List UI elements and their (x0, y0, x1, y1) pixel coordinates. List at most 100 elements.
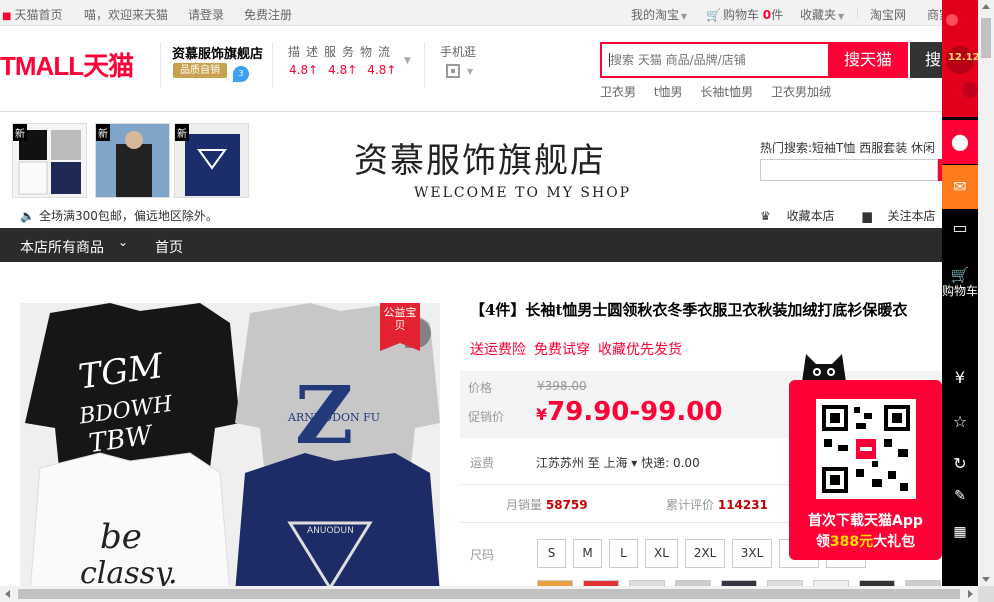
free-shipping-notice: 🔈 全场满300包邮，偏远地区除外。 (20, 209, 218, 223)
promo-tag[interactable]: 免费试穿 (534, 342, 590, 358)
chevron-down-icon: ▼ (681, 12, 688, 21)
location-icon[interactable]: ⬤ (942, 120, 978, 164)
follow-shop-button[interactable]: ▆ 关注本店 (862, 209, 947, 223)
menu-home[interactable]: 首页 (155, 237, 183, 257)
new-tag: 新 (96, 124, 110, 141)
featured-product-thumb[interactable]: 新 (174, 123, 249, 198)
cart-icon: 🛒 (950, 266, 970, 284)
right-toolbar: 12.12 ⬤ ✉ ▭ 🛒 购物车 ¥ ☆ ↻ ✎ ▦ (942, 0, 978, 602)
scroll-thumb[interactable] (981, 18, 991, 58)
dsr-values: 4.8↑ 4.8↑ 4.8↑ (289, 63, 406, 77)
hot-words: 卫衣男 t恤男 长袖t恤男 卫衣男加绒 (600, 83, 845, 100)
promo-1212-text: 12.12 (948, 52, 978, 63)
scroll-thumb[interactable] (18, 589, 960, 599)
mobile-label[interactable]: 手机逛 (440, 43, 476, 60)
new-tag: 新 (13, 124, 27, 141)
qr-code-icon[interactable] (446, 64, 460, 78)
charity-badge: 公益宝贝 (380, 303, 420, 351)
size-option[interactable]: L (609, 539, 638, 568)
header: TMALL天猫 资慕服饰旗舰店 品质自销 3 描述服务物流 4.8↑ 4.8↑ 4.… (0, 26, 950, 112)
hot-word-link[interactable]: 长袖t恤男 (700, 85, 753, 99)
shop-search-input[interactable] (760, 159, 938, 181)
divider (160, 42, 161, 88)
scrollbar-corner (978, 586, 994, 602)
svg-text:be: be (100, 517, 142, 557)
dsr-service: 4.8↑ (328, 63, 358, 77)
quality-badge: 品质自销 (173, 63, 227, 78)
featured-product-thumb[interactable]: 新 (12, 123, 87, 198)
shop-menubar: 本店所有商品 ⌄ 首页 (0, 228, 942, 262)
price-label: 价格 (468, 381, 493, 395)
shop-banner: 新 新 新 资慕服饰旗舰店 WELCOME TO MY SHOP 热门搜索:短袖… (0, 113, 975, 228)
app-qr-code (816, 399, 916, 499)
yen-icon[interactable]: ¥ (942, 356, 978, 400)
promo-tag[interactable]: 送运费险 (470, 342, 526, 358)
shop-subtitle: WELCOME TO MY SHOP (414, 185, 632, 201)
welcome-text: 喵，欢迎来天猫 (84, 8, 169, 22)
crown-icon: ♛ (760, 209, 771, 223)
size-option[interactable]: 2XL (685, 539, 725, 568)
chevron-down-icon: ⌄ (118, 235, 129, 249)
original-price: ¥398.00 (537, 379, 587, 393)
qr-code-icon[interactable]: ▦ (942, 510, 978, 554)
dsr-labels: 描述服务物流 (288, 45, 397, 59)
scroll-up-arrow-icon[interactable] (982, 4, 990, 9)
shipping-row: 运费 江苏苏州 至 上海 ▾ 快递: 0.00 (470, 454, 700, 471)
reviews-count[interactable]: 累计评价 114231 (666, 496, 768, 513)
dsr-dropdown-icon[interactable]: ▼ (404, 56, 411, 66)
mail-icon[interactable]: ✉ (942, 165, 978, 209)
home-icon: ■ (2, 11, 12, 22)
level-badge-icon: 3 (233, 66, 249, 82)
favorites-link[interactable]: 收藏夹 ▼ (800, 6, 844, 23)
horizontal-scrollbar[interactable] (0, 586, 978, 602)
size-option[interactable]: S (537, 539, 566, 568)
chevron-down-icon: ▼ (838, 12, 845, 21)
sidebar-cart[interactable]: 🛒 购物车 (942, 266, 978, 299)
shipping-value[interactable]: 江苏苏州 至 上海 ▾ 快递: 0.00 (536, 456, 700, 470)
login-link[interactable]: 请登录 (188, 6, 224, 23)
tmall-logo[interactable]: TMALL天猫 (0, 46, 134, 83)
search-input[interactable] (602, 44, 828, 76)
product-photo: TGM BDOWH TBW Z ARNUODON FU be classy. A… (20, 303, 440, 593)
svg-text:ARNUODON FU: ARNUODON FU (287, 411, 380, 424)
product-main-image[interactable]: TGM BDOWH TBW Z ARNUODON FU be classy. A… (20, 303, 440, 593)
hot-word-link[interactable]: 卫衣男 (600, 85, 636, 99)
promo-tag[interactable]: 收藏优先发货 (598, 342, 682, 358)
size-label: 尺码 (470, 548, 495, 562)
nav-divider (857, 8, 858, 19)
app-download-popup[interactable]: 首次下载天猫App 领388元大礼包 (789, 380, 942, 560)
hot-word-link[interactable]: t恤男 (654, 85, 683, 99)
nav-home-link[interactable]: ■ 天猫首页 (2, 6, 62, 23)
scroll-down-arrow-icon[interactable] (982, 577, 990, 582)
featured-product-thumb[interactable]: 新 (95, 123, 170, 198)
shop-name[interactable]: 资慕服饰旗舰店 (172, 43, 263, 62)
tray-icon[interactable]: ▭ (942, 206, 978, 250)
fav-shop-button[interactable]: ♛ 收藏本店 (760, 209, 847, 223)
shipping-label: 运费 (470, 456, 495, 470)
cart-count: 0 (762, 8, 772, 22)
my-taobao-link[interactable]: 我的淘宝 ▼ (631, 6, 687, 23)
cart-link[interactable]: 🛒 购物车 0件 (706, 6, 783, 23)
all-products-menu[interactable]: 本店所有商品 (20, 237, 104, 257)
scroll-right-arrow-icon[interactable] (968, 590, 973, 598)
taobao-link[interactable]: 淘宝网 (870, 6, 906, 23)
register-link[interactable]: 免费注册 (244, 6, 292, 23)
divider (424, 42, 425, 88)
star-icon[interactable]: ☆ (942, 400, 978, 444)
search-tmall-button[interactable]: 搜天猫 (828, 44, 908, 76)
promo-1212-banner[interactable]: 12.12 (942, 0, 978, 117)
dsr-logistics: 4.8↑ (367, 63, 397, 77)
hot-search[interactable]: 热门搜索:短袖T恤 西服套装 休闲 (760, 139, 935, 156)
monthly-sales: 月销量 58759 (506, 498, 588, 512)
new-tag: 新 (175, 124, 189, 141)
vertical-scrollbar[interactable] (978, 0, 994, 586)
scroll-left-arrow-icon[interactable] (5, 590, 10, 598)
tmall-cat-icon (802, 354, 846, 382)
chevron-down-icon: ▼ (467, 67, 474, 76)
size-option[interactable]: M (573, 539, 602, 568)
promo-tags: 送运费险 免费试穿 收藏优先发货 (470, 339, 690, 359)
hot-word-link[interactable]: 卫衣男加绒 (771, 85, 831, 99)
size-option[interactable]: 3XL (732, 539, 772, 568)
chat-icon: ▆ (862, 209, 872, 223)
size-option[interactable]: XL (645, 539, 678, 568)
